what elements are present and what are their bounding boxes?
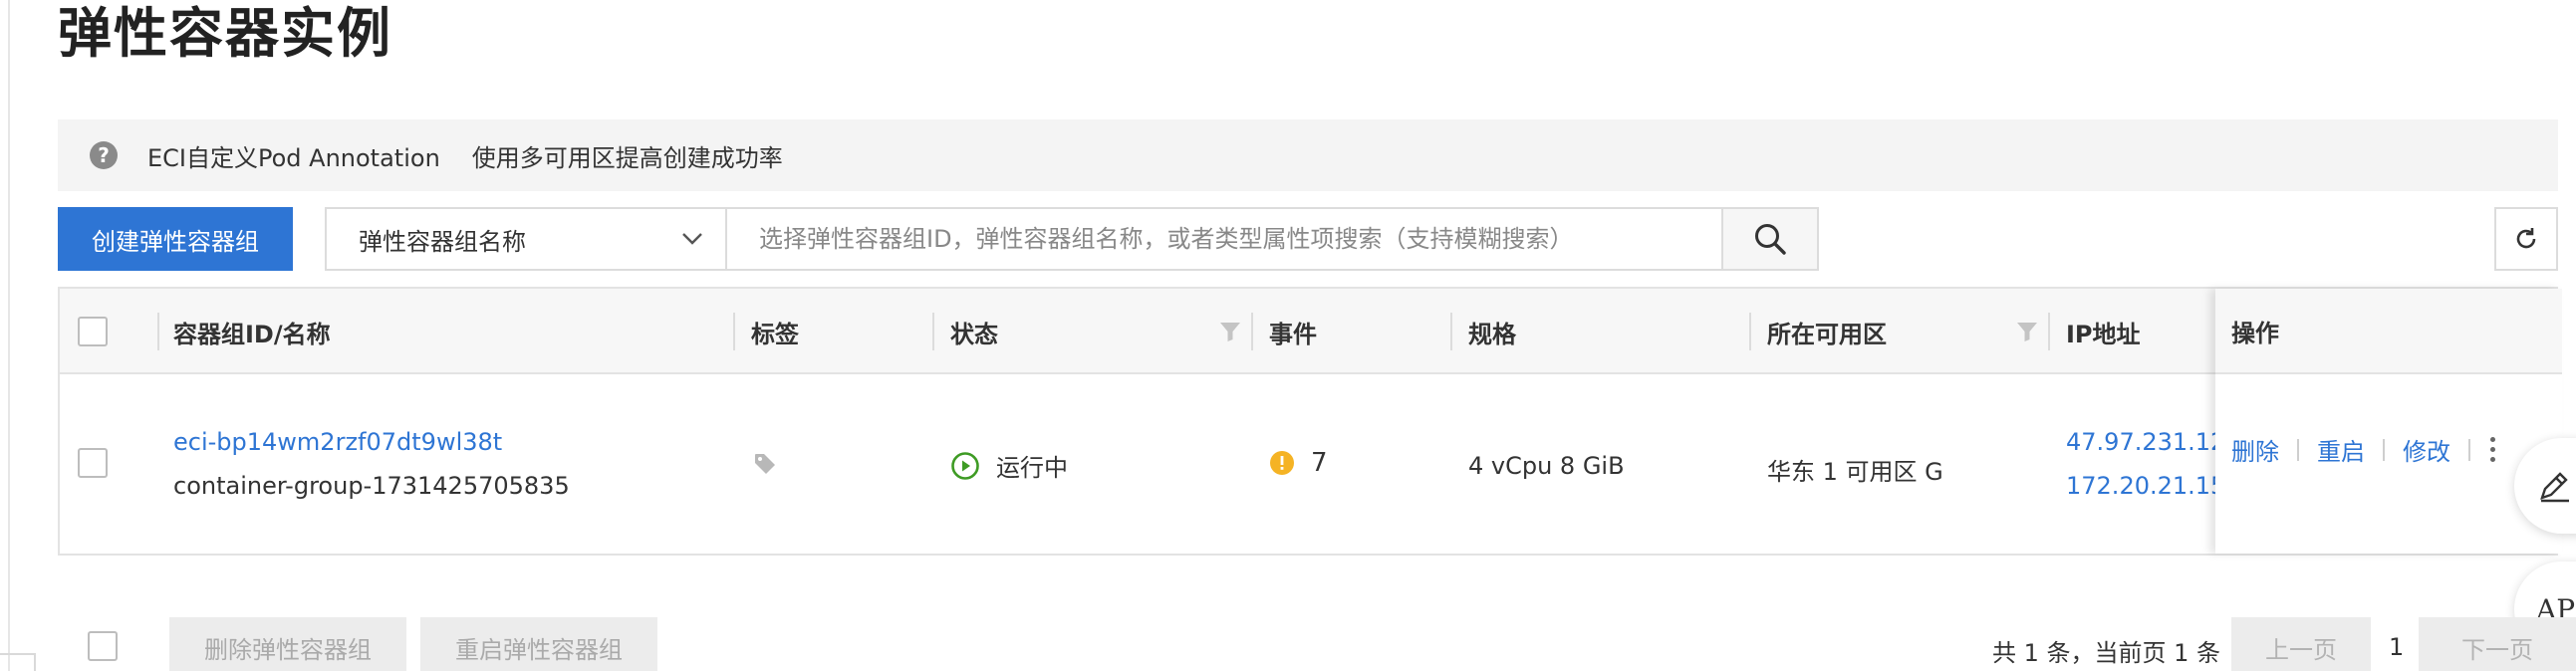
events-cell[interactable]: 7 (1269, 448, 1328, 478)
search-input[interactable] (727, 209, 1721, 269)
header-zone: 所在可用区 (1767, 320, 1887, 348)
column-divider (1749, 313, 1751, 350)
search-field-select[interactable]: 弹性容器组名称 (327, 209, 727, 269)
spec-cell: 4 vCpu 8 GiB (1468, 452, 1625, 480)
restart-action[interactable]: 重启 (2317, 432, 2365, 467)
header-spec: 规格 (1468, 320, 1516, 348)
public-ip[interactable]: 47.97.231.12 (2066, 428, 2225, 456)
container-group-table: 容器组ID/名称 标签 状态 事件 规格 所在可用区 IP地址 eci-bp14… (58, 287, 2562, 556)
search-field-label: 弹性容器组名称 (359, 227, 526, 256)
column-divider (1251, 313, 1253, 350)
edit-icon (2540, 472, 2569, 503)
left-rail (0, 0, 36, 671)
private-ip[interactable]: 172.20.21.15 (2066, 472, 2225, 500)
select-all-cell (78, 289, 108, 374)
bulk-delete-button[interactable]: 删除弹性容器组 (169, 617, 406, 671)
status-cell: 运行中 (950, 448, 1068, 483)
header-ip: IP地址 (2066, 320, 2141, 348)
container-group-id-link[interactable]: eci-bp14wm2rzf07dt9wl38t (173, 428, 502, 456)
notice-link-annotation[interactable]: ECI自定义Pod Annotation (147, 138, 440, 173)
status-text: 运行中 (996, 454, 1068, 482)
delete-action[interactable]: 删除 (2231, 432, 2279, 467)
running-status-icon (951, 451, 979, 480)
header-events: 事件 (1269, 320, 1317, 348)
search-bar: 弹性容器组名称 (325, 207, 1819, 271)
warning-icon (1270, 451, 1294, 475)
event-count: 7 (1311, 448, 1328, 478)
select-all-checkbox[interactable] (78, 317, 108, 346)
more-actions-icon[interactable] (2490, 437, 2495, 462)
prev-page-button[interactable]: 上一页 (2231, 617, 2371, 671)
action-divider (2468, 438, 2470, 461)
footer-select-all (88, 631, 118, 665)
status-filter-icon[interactable] (1219, 321, 1241, 342)
zone-cell: 华东 1 可用区 G (1767, 458, 1943, 486)
tag-cell[interactable] (753, 452, 777, 476)
table-header: 容器组ID/名称 标签 状态 事件 规格 所在可用区 IP地址 (60, 289, 2558, 374)
column-divider (157, 313, 159, 350)
rail-notch (0, 653, 36, 671)
notice-bar: ? ECI自定义Pod Annotation 使用多可用区提高创建成功率 (58, 119, 2558, 191)
row-select-cell (78, 448, 108, 478)
header-tags: 标签 (751, 320, 799, 348)
search-button[interactable] (1721, 209, 1817, 269)
help-icon: ? (90, 141, 118, 169)
zone-filter-icon[interactable] (2016, 321, 2038, 342)
column-divider (932, 313, 934, 350)
search-icon (1755, 224, 1786, 255)
action-divider (2297, 438, 2299, 461)
header-id-name: 容器组ID/名称 (173, 320, 331, 348)
create-container-group-button[interactable]: 创建弹性容器组 (58, 207, 293, 271)
footer-select-all-checkbox[interactable] (88, 631, 118, 661)
action-divider (2383, 438, 2385, 461)
refresh-button[interactable] (2494, 207, 2558, 271)
tag-icon (755, 454, 775, 474)
current-page[interactable]: 1 (2389, 633, 2404, 661)
refresh-icon (2516, 228, 2536, 249)
page-title: 弹性容器实例 (58, 2, 392, 65)
column-divider (733, 313, 735, 350)
column-divider (2048, 313, 2050, 350)
column-divider (1450, 313, 1452, 350)
chevron-down-icon (682, 233, 702, 245)
modify-action[interactable]: 修改 (2403, 432, 2450, 467)
bulk-restart-button[interactable]: 重启弹性容器组 (420, 617, 657, 671)
next-page-button[interactable]: 下一页 (2419, 617, 2576, 671)
notice-link-multizone[interactable]: 使用多可用区提高创建成功率 (472, 138, 783, 173)
row-actions: 删除 重启 修改 (2231, 432, 2495, 467)
container-group-name: container-group-1731425705835 (173, 472, 570, 500)
header-ops: 操作 (2215, 289, 2562, 374)
header-status: 状态 (950, 320, 998, 348)
pager-info: 共 1 条，当前页 1 条 (1992, 639, 2221, 667)
actions-column: 操作 删除 重启 修改 (2215, 289, 2562, 554)
row-checkbox[interactable] (78, 448, 108, 478)
